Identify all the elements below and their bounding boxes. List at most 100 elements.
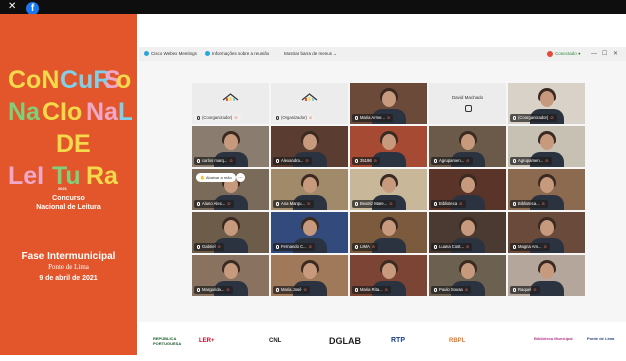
maximize-button[interactable]: ☐ — [602, 47, 607, 61]
participant-video-head — [224, 134, 238, 150]
sponsor-logo: LER+ — [199, 338, 215, 344]
participant-video-head — [540, 134, 554, 150]
participant-tile[interactable]: Fernando C... ⊘ — [271, 212, 348, 253]
logo-artwork: CoN CuR S o Na CIo Na L DE LeI Tu Ra — [8, 66, 133, 190]
participant-tile[interactable]: carlos marq... ⊘ — [192, 126, 269, 167]
participant-name-label: Agrupamen... ⊘ — [510, 157, 552, 165]
more-options-icon[interactable]: … — [236, 173, 245, 182]
meeting-info-menu[interactable]: Informações sobre a reunião — [205, 47, 269, 61]
muted-icon: ⊘ — [229, 158, 233, 163]
participant-video-head — [382, 91, 396, 107]
lower-hand-label: Abaixar a mão — [205, 175, 232, 180]
participant-tile[interactable]: (Organizador) ⊘ — [271, 83, 348, 124]
participant-name: Gabriel — [202, 244, 216, 249]
participant-name: Magna Am... — [518, 244, 542, 249]
microphone-icon — [276, 201, 279, 206]
participant-tile[interactable]: Biblioteca ⊘ — [429, 169, 506, 210]
microphone-icon — [276, 287, 279, 292]
microphone-icon — [276, 244, 279, 249]
microphone-icon — [513, 201, 516, 206]
participant-tile[interactable]: Margarida... ⊘ — [192, 255, 269, 296]
microphone-icon — [465, 105, 472, 112]
participant-name-center: David Machado — [451, 95, 484, 100]
muted-icon: ⊘ — [466, 158, 470, 163]
fase-title: Fase Intermunicipal — [21, 251, 116, 262]
participant-tile[interactable]: Agrupamen... ⊘ — [429, 126, 506, 167]
microphone-icon — [513, 287, 516, 292]
close-window-button[interactable]: ✕ — [613, 47, 618, 61]
microphone-icon — [197, 201, 200, 206]
muted-icon: ⊘ — [234, 115, 238, 120]
participant-tile[interactable]: Maria José ⊘ — [271, 255, 348, 296]
participant-name: Maria José — [281, 287, 302, 292]
participant-tile[interactable]: Maria Arme... ⊘ — [350, 83, 427, 124]
participant-video-head — [303, 177, 317, 193]
participant-tile[interactable]: Magna Am... ⊘ — [508, 212, 585, 253]
participant-tile[interactable]: Biblioteca... ⊘ — [508, 169, 585, 210]
record-icon — [547, 50, 553, 57]
muted-icon: ⊘ — [308, 115, 313, 120]
muted-icon: ⊘ — [545, 158, 549, 163]
participant-name-label: Agrupamen... ⊘ — [431, 157, 473, 165]
microphone-icon — [434, 287, 437, 292]
microphone-icon — [513, 115, 516, 120]
microphone-icon — [434, 201, 437, 206]
muted-icon: ⊘ — [308, 244, 313, 249]
sponsor-bar: REPÚBLICA PORTUGUESA LER+ CNL DGLAB RTP RBPL B… — [139, 322, 626, 361]
participant-name: LIMA — [360, 244, 370, 249]
participant-tile[interactable]: (Coorganizador) ⊘ — [192, 83, 269, 124]
participant-tile[interactable]: Agrupamen... ⊘ — [508, 126, 585, 167]
connection-status[interactable]: Conectado ● — [547, 47, 581, 61]
participant-name-label: Beatriz Mare... ⊘ — [352, 200, 396, 208]
participant-name: Raquel — [518, 287, 532, 292]
sponsor-logo: CNL — [269, 338, 282, 344]
webex-window: Cisco Webex Meetings Informações sobre a… — [139, 47, 626, 322]
participant-tile[interactable]: Luana Cost... ⊘ — [429, 212, 506, 253]
participant-tile[interactable]: (Coorganizador) ⊘ — [508, 83, 585, 124]
participant-video-head — [540, 91, 554, 107]
participant-tile[interactable]: ✋ Abaixar a mão… Aluno Alex... ⊘ — [192, 169, 269, 210]
participant-tile[interactable]: Alexandra... ⊘ — [271, 126, 348, 167]
concurso-logo: CoN CuR S o Na CIo Na L DE LeI Tu Ra 202… — [6, 58, 133, 194]
concurso-line1: Concurso — [52, 195, 85, 202]
participant-name-label: Magna Am... ⊘ — [510, 243, 551, 251]
date-text: 9 de abril de 2021 — [39, 275, 98, 282]
participant-name: Margarida... — [202, 287, 225, 292]
sponsor-logo: Ponte de Lima — [587, 336, 615, 341]
show-menu-bar[interactable]: Mostrar barra de menus ⌄ — [284, 47, 337, 61]
participant-video-head — [224, 263, 238, 279]
muted-icon: ⊘ — [386, 115, 391, 120]
participant-tile[interactable]: Beatriz Mare... ⊘ — [350, 169, 427, 210]
participant-video-head — [461, 134, 475, 150]
participant-video-head — [461, 263, 475, 279]
muted-icon: ⊘ — [217, 244, 222, 249]
participant-tile[interactable]: 35196 ⊘ — [350, 126, 427, 167]
participant-name-label: (Coorganizador) ⊘ — [510, 114, 557, 122]
participant-name-label: LIMA ⊘ — [352, 243, 379, 251]
participant-tile[interactable]: Maria Rita... ⊘ — [350, 255, 427, 296]
lower-hand-button[interactable]: ✋ Abaixar a mão — [196, 173, 236, 182]
microphone-icon — [197, 287, 200, 292]
svg-text:o: o — [116, 66, 131, 94]
microphone-icon — [355, 115, 358, 120]
participant-name-label: Biblioteca ⊘ — [431, 200, 466, 208]
participant-tile[interactable]: LIMA ⊘ — [350, 212, 427, 253]
svg-text:Na: Na — [86, 98, 119, 126]
muted-icon: ⊘ — [306, 201, 311, 206]
muted-icon: ⊘ — [227, 201, 231, 206]
app-title[interactable]: Cisco Webex Meetings — [144, 47, 197, 61]
svg-text:Na: Na — [8, 98, 41, 126]
participant-name: Alexandra... — [281, 158, 304, 163]
branding-panel: CoN CuR S o Na CIo Na L DE LeI Tu Ra 202… — [0, 14, 137, 355]
participant-tile[interactable]: Ana Marqu... ⊘ — [271, 169, 348, 210]
minimize-button[interactable]: — — [591, 47, 597, 61]
participant-tile[interactable]: Gabriel ⊘ — [192, 212, 269, 253]
muted-icon: ⊘ — [389, 201, 393, 206]
close-icon[interactable]: ✕ — [8, 1, 16, 13]
participant-tile[interactable]: David Machado — [429, 83, 506, 124]
sponsor-logo: RTP — [391, 337, 405, 344]
muted-icon: ⊘ — [384, 287, 389, 292]
participant-tile[interactable]: Paulo Sousa ⊘ — [429, 255, 506, 296]
organization-logo-icon — [222, 93, 239, 101]
participant-tile[interactable]: Raquel ⊘ — [508, 255, 585, 296]
